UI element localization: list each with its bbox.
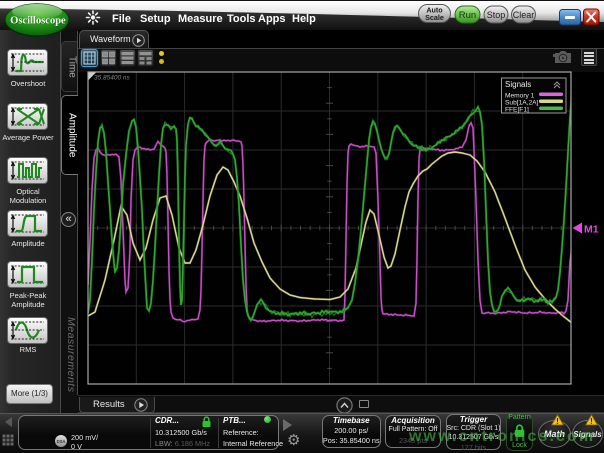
svg-text:Run: Run xyxy=(459,10,476,21)
svg-text:Apps: Apps xyxy=(258,13,286,25)
svg-text:!: ! xyxy=(590,417,593,426)
svg-text:Scale: Scale xyxy=(425,13,444,22)
svg-text:Setup: Setup xyxy=(140,13,171,25)
svg-text:M1: M1 xyxy=(584,224,599,236)
svg-text:File: File xyxy=(112,13,131,25)
svg-text:Sub[1A,2A]: Sub[1A,2A] xyxy=(505,100,539,107)
svg-text:35.85400 ns: 35.85400 ns xyxy=(94,75,131,82)
svg-text:Clear: Clear xyxy=(513,10,535,20)
svg-text:Signals: Signals xyxy=(505,80,531,89)
svg-text:FFE[F1]: FFE[F1] xyxy=(505,107,529,114)
svg-text:Help: Help xyxy=(292,13,316,25)
svg-text:!: ! xyxy=(556,417,559,426)
svg-text:Measure: Measure xyxy=(178,13,223,25)
svg-text:Tools: Tools xyxy=(227,13,256,25)
svg-text:Stop: Stop xyxy=(487,10,506,20)
svg-text:Memory 1: Memory 1 xyxy=(505,93,535,100)
svg-text:Oscilloscope: Oscilloscope xyxy=(10,16,66,27)
